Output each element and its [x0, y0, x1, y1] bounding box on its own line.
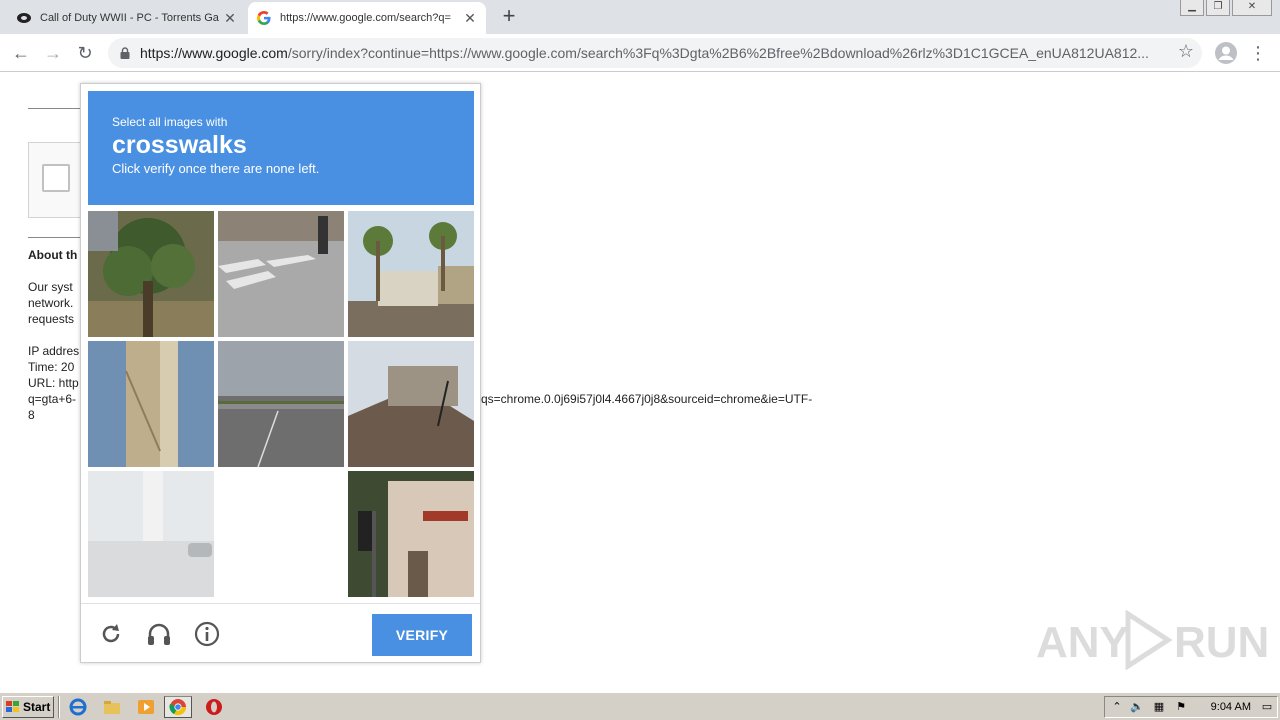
start-label: Start: [23, 700, 51, 714]
para-line: URL: http: [28, 376, 79, 390]
opera-icon[interactable]: [200, 697, 228, 717]
tab-title: Call of Duty WWII - PC - Torrents Ga: [40, 12, 219, 24]
url-path: /sorry/index?continue=https://www.google…: [287, 45, 1149, 61]
para-line: Time: 20: [28, 360, 75, 374]
challenge-hint: Click verify once there are none left.: [112, 161, 320, 176]
image-tile-bridge-tower[interactable]: [88, 341, 214, 467]
volume-icon[interactable]: 🔈: [1129, 700, 1145, 716]
info-icon[interactable]: [193, 620, 221, 648]
minimize-button[interactable]: ▁: [1180, 0, 1204, 16]
start-button[interactable]: Start: [2, 696, 54, 718]
divider: [28, 108, 80, 109]
challenge-keyword: crosswalks: [112, 131, 247, 159]
verify-button[interactable]: VERIFY: [372, 614, 472, 656]
browser-toolbar: ← → ↻ https://www.google.com/sorry/index…: [0, 34, 1280, 72]
ie-icon[interactable]: [64, 697, 92, 717]
tab-title: https://www.google.com/search?q=: [280, 12, 451, 24]
url-text: https://www.google.com/sorry/index?conti…: [140, 45, 1202, 61]
folder-icon[interactable]: [98, 697, 126, 717]
bookmark-star-icon[interactable]: ☆: [1178, 41, 1194, 62]
para-line: network.: [28, 296, 74, 310]
chrome-taskbar-icon[interactable]: [164, 696, 192, 718]
image-tile-crosswalk[interactable]: [218, 211, 344, 337]
challenge-header: Select all images with crosswalks Click …: [88, 91, 474, 205]
app-icon: [17, 13, 31, 23]
image-tile-highway[interactable]: [218, 341, 344, 467]
recaptcha-challenge: Select all images with crosswalks Click …: [80, 83, 481, 663]
anyrun-watermark: ANY RUN: [1036, 606, 1269, 676]
taskbar: Start ⌃ 🔈 ▦ ⚑ 9:04 AM ▭: [0, 692, 1280, 720]
para-line: requests: [28, 312, 75, 326]
windows-logo-icon: [6, 701, 19, 712]
image-grid: [88, 211, 474, 597]
image-tile-blank[interactable]: [218, 471, 344, 597]
image-tile-roof[interactable]: [348, 341, 474, 467]
about-heading: About th: [28, 248, 78, 262]
recaptcha-checkbox-widget: [28, 142, 88, 218]
audio-challenge-icon[interactable]: [145, 620, 173, 648]
address-bar[interactable]: https://www.google.com/sorry/index?conti…: [108, 38, 1202, 68]
profile-avatar-icon[interactable]: [1214, 41, 1238, 65]
para-line: Our syst: [28, 280, 73, 294]
divider: [28, 237, 80, 238]
tab-strip: Call of Duty WWII - PC - Torrents Ga ✕ h…: [0, 0, 1280, 34]
tab-google-search[interactable]: https://www.google.com/search?q= ✕: [248, 2, 486, 34]
media-player-icon[interactable]: [132, 697, 160, 717]
para-line: IP addres: [28, 344, 80, 358]
lock-icon: [120, 47, 130, 59]
tab-call-of-duty[interactable]: Call of Duty WWII - PC - Torrents Ga ✕: [8, 2, 246, 34]
restore-button[interactable]: ❐: [1206, 0, 1230, 16]
reload-icon[interactable]: ↻: [72, 40, 98, 66]
url-tail-text: qs=chrome.0.0j69i57j0l4.4667j0j8&sourcei…: [481, 392, 813, 406]
reload-challenge-icon[interactable]: [97, 620, 125, 648]
play-logo-icon: [1125, 610, 1172, 670]
watermark-text: RUN: [1174, 618, 1270, 667]
action-center-flag-icon[interactable]: ⚑: [1173, 700, 1189, 716]
image-tile-palm-houses[interactable]: [348, 211, 474, 337]
taskbar-separator: [58, 696, 60, 718]
challenge-footer: VERIFY: [81, 603, 480, 662]
image-tile-storefront[interactable]: [348, 471, 474, 597]
back-icon[interactable]: ←: [8, 40, 34, 66]
clock: 9:04 AM: [1210, 701, 1251, 713]
show-desktop-icon[interactable]: ▭: [1260, 700, 1274, 716]
image-tile-palm-tree[interactable]: [88, 211, 214, 337]
forward-icon[interactable]: →: [40, 40, 66, 66]
google-icon: [257, 11, 271, 25]
recaptcha-checkbox[interactable]: [42, 164, 70, 192]
window-close-button[interactable]: ✕: [1232, 0, 1272, 16]
para-line: 8: [28, 408, 35, 422]
close-icon[interactable]: ✕: [462, 10, 478, 27]
url-host: https://www.google.com: [140, 45, 288, 61]
watermark-text: ANY: [1036, 618, 1129, 667]
network-icon[interactable]: ▦: [1151, 700, 1167, 716]
system-tray: ⌃ 🔈 ▦ ⚑ 9:04 AM ▭: [1104, 696, 1278, 718]
tray-expand-icon[interactable]: ⌃: [1109, 700, 1125, 716]
new-tab-button[interactable]: +: [497, 5, 521, 29]
window-controls: ▁ ❐ ✕: [1178, 0, 1272, 16]
menu-kebab-icon[interactable]: ⋮: [1248, 40, 1268, 66]
image-tile-bridge-road[interactable]: [88, 471, 214, 597]
para-line: q=gta+6-: [28, 392, 77, 406]
challenge-instruction: Select all images with: [112, 115, 228, 129]
close-icon[interactable]: ✕: [222, 10, 238, 27]
